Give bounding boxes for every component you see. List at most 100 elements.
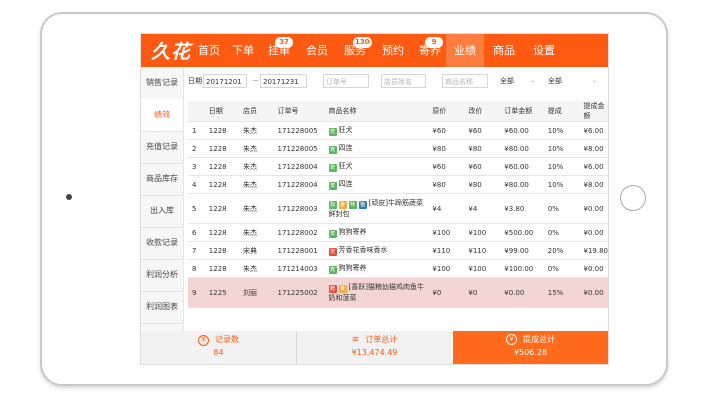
product-type-tag: 宠 [328,230,337,238]
records-summary: 单记录数 84 [141,331,297,364]
table-header-row: 日期 店员 订单号 商品名称 原价 改价 订单金额 提成 提成金额 [188,101,608,122]
table-cell-order: 171214003 [273,259,325,278]
table-cell-rate: 0% [543,259,580,278]
table-cell-order: 171228005 [273,139,325,158]
table-header-cell[interactable]: 日期 [204,101,239,122]
table-cell-name: 宠狗狗寄养 [324,259,429,278]
table-cell-orig: ¥110 [428,241,465,260]
table-cell-rate: 0% [543,223,580,242]
nav-item[interactable]: 商品 [487,34,521,67]
sidebar-item[interactable]: 销售记录 [141,67,183,100]
table-cell-order: 171228002 [273,223,325,242]
table-row[interactable]: 9 1225 刘丽 171225002 赠食 [喜跃]猫粮幼猫鸡肉鱼牛奶和菠菜 ¥0 ¥0 ¥0… [188,277,608,308]
nav-item[interactable]: 首页 [193,34,225,67]
sidebar-item[interactable]: 利润分析 [141,259,183,292]
product-type-tag: 宠 [328,164,337,172]
count-badge: 37 [275,37,293,48]
staff-name-input[interactable]: 店员姓名 [381,74,426,88]
table-cell-date: 1228 [204,193,239,224]
product-type-tag: 特 [348,200,357,209]
table-row[interactable]: 8 1228 朱杰 171214003 宠狗狗寄养 ¥100 ¥100 ¥100.00 0% ¥0… [188,259,608,278]
receipt-icon: 单 [198,335,209,346]
table-header-cell[interactable]: 原价 [428,101,465,122]
table-row[interactable]: 5 1228 朱杰 171228003 狗食特猫 [顽皮]牛蹄筋蔬菜鲜封包 ¥4 ¥4 ¥3.8… [188,193,608,224]
category-select[interactable]: 全部 ⌄ [498,74,538,88]
table-cell-n: 2 [188,139,205,158]
product-name-input[interactable]: 商品名称 [442,74,488,88]
nav-item[interactable]: 服务 130 [337,34,373,67]
table-cell-changed: ¥80 [464,139,501,158]
table-cell-orig: ¥80 [428,139,465,158]
table-cell-n: 5 [188,193,205,224]
nav-item[interactable]: 挂单 37 [261,34,297,67]
table-cell-rate: 10% [543,121,580,140]
sidebar-item[interactable]: 商品库存 [141,163,183,196]
table-cell-date: 1228 [204,139,239,158]
sidebar-item[interactable]: 充值记录 [141,131,183,164]
table-row[interactable]: 3 1228 朱杰 171228004 宠狂犬 ¥60 ¥60 ¥60.00 10% ¥6.00 [188,157,608,176]
sidebar-item[interactable]: 绩效 [141,99,183,132]
table-header-cell[interactable]: 改价 [464,101,501,122]
commission-value: ¥506.28 [513,348,548,357]
order-number-input[interactable]: 订单号 [323,74,369,88]
table-row[interactable]: 1 1228 朱杰 171228005 宠狂犬 ¥60 ¥60 ¥60.00 10% ¥6.00 [188,121,608,140]
table-header-cell[interactable]: 提成 [543,101,580,122]
table-cell-n: 6 [188,223,205,242]
product-type-tag: 食 [338,284,347,293]
table-cell-staff: 刘丽 [238,277,274,308]
table-cell-amount: ¥3.80 [500,193,544,224]
home-button[interactable] [620,185,646,211]
nav-item[interactable]: 会员 [301,34,333,67]
nav-item[interactable]: 预约 [377,34,409,67]
table-row[interactable]: 4 1228 朱杰 171228004 宠四连 ¥80 ¥80 ¥80.00 10% ¥8.00 [188,175,608,194]
table-header-cell[interactable]: 订单号 [273,101,325,122]
table-cell-amount: ¥500.00 [500,223,544,242]
table-cell-date: 1228 [204,241,239,260]
table-cell-orig: ¥100 [428,223,465,242]
table-cell-staff: 朱杰 [238,259,274,278]
product-type-tag: 猫 [358,200,367,209]
summary-footer: 单记录数 84 ≋ 订单总计 ¥13,474.49 ¥ 提成总计 ¥506.28 [141,331,608,364]
sidebar-item[interactable]: 出入库 [141,195,183,228]
table-cell-date: 1225 [204,277,239,308]
table-header-cell[interactable]: 提成金额 [579,101,608,122]
nav-item[interactable]: 寄养 9 [413,34,447,67]
table-cell-n: 8 [188,259,205,278]
nav-item[interactable]: 业绩 [446,34,484,67]
nav-item[interactable]: 设置 [527,34,561,67]
table-cell-comm: ¥8.00 [579,175,608,194]
nav-item[interactable]: 下单 [227,34,259,67]
chevron-down-icon: ⌄ [591,77,597,84]
table-header-cell[interactable]: 商品名称 [324,101,429,122]
status-select[interactable]: 全部 ⌄ [546,74,600,88]
table-cell-orig: ¥0 [428,277,465,308]
table-cell-date: 1228 [204,259,239,278]
table-cell-order: 171228004 [273,157,325,176]
table-cell-name: 宠狂犬 [324,121,429,140]
table-header-cell[interactable]: 订单金额 [500,101,544,122]
table-cell-rate: 0% [543,193,580,224]
table-cell-rate: 10% [543,139,580,158]
performance-table: 日期 店员 订单号 商品名称 原价 改价 订单金额 提成 提成金额 1 1228 朱杰 1712280… [188,101,608,308]
brand-logo[interactable]: 久花 [151,37,191,64]
table-cell-date: 1228 [204,121,239,140]
count-badge: 130 [353,37,372,48]
yen-icon: ¥ [506,334,517,345]
date-from-input[interactable]: 20171201 [203,74,247,88]
sidebar-item[interactable]: 收款记录 [141,227,183,260]
commission-label: 提成总计 [523,335,555,344]
date-to-input[interactable]: 20171231 [260,74,307,88]
orders-label: 订单总计 [365,335,398,344]
product-type-tag: 宠 [328,146,337,154]
camera-dot [66,194,72,200]
table-row[interactable]: 2 1228 朱杰 171228005 宠四连 ¥80 ¥80 ¥80.00 10% ¥8.00 [188,139,608,158]
table-cell-name: 宠狂犬 [324,157,429,176]
top-nav-bar: 久花 首页 下单 挂单 37 会员 服务 130 预约 寄养 9 业绩 商品 设置 [141,34,608,67]
table-header-cell[interactable]: 店员 [238,101,274,122]
nav-item-label: 预约 [382,44,404,57]
sidebar-item[interactable]: 利润图表 [141,291,183,324]
table-cell-order: 171228003 [273,193,325,224]
date-label: 日期 [188,77,202,85]
table-row[interactable]: 6 1228 朱杰 171228002 宠狗狗寄养 ¥100 ¥100 ¥500.00 0% ¥0… [188,223,608,242]
table-row[interactable]: 7 1228 宋典 171228001 宠芳香花香味香水 ¥110 ¥110 ¥99.00 20… [188,241,608,260]
